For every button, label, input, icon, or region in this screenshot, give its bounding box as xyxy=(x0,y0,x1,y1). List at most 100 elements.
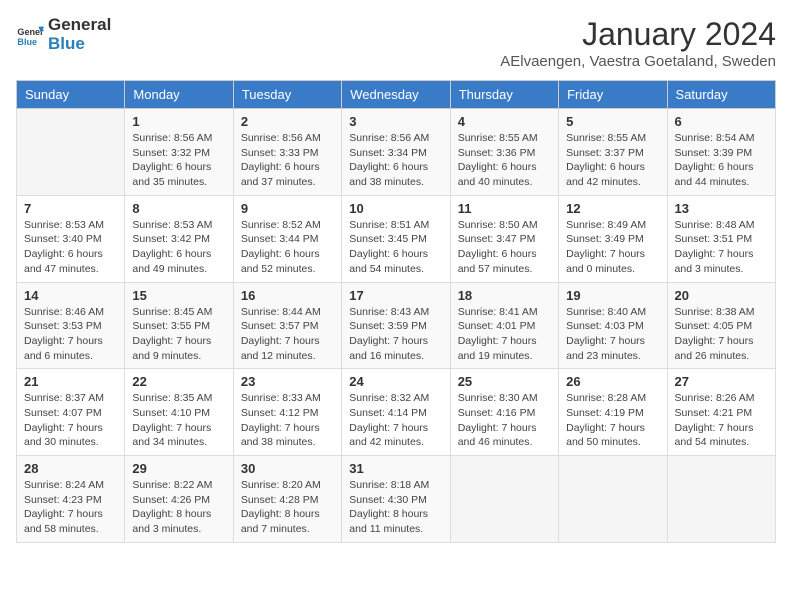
calendar-cell: 13Sunrise: 8:48 AMSunset: 3:51 PMDayligh… xyxy=(667,195,775,282)
day-info: Sunrise: 8:53 AMSunset: 3:42 PMDaylight:… xyxy=(132,218,225,277)
calendar-cell: 1Sunrise: 8:56 AMSunset: 3:32 PMDaylight… xyxy=(125,109,233,196)
day-info: Sunrise: 8:51 AMSunset: 3:45 PMDaylight:… xyxy=(349,218,442,277)
day-info: Sunrise: 8:56 AMSunset: 3:32 PMDaylight:… xyxy=(132,131,225,190)
day-number: 23 xyxy=(241,374,334,389)
day-info: Sunrise: 8:20 AMSunset: 4:28 PMDaylight:… xyxy=(241,478,334,537)
day-of-week-header: Friday xyxy=(559,81,667,109)
calendar-week-row: 1Sunrise: 8:56 AMSunset: 3:32 PMDaylight… xyxy=(17,109,776,196)
calendar-cell: 26 Sunrise: 8:28 AMSunset: 4:19 PMDayligh… xyxy=(559,369,667,456)
calendar-cell: 23Sunrise: 8:33 AMSunset: 4:12 PMDayligh… xyxy=(233,369,341,456)
calendar-cell: 28 Sunrise: 8:24 AMSunset: 4:23 PMDayligh… xyxy=(17,456,125,543)
calendar-cell: 22Sunrise: 8:35 AMSunset: 4:10 PMDayligh… xyxy=(125,369,233,456)
day-number: 2 xyxy=(241,114,334,129)
calendar-cell: 31 Sunrise: 8:18 AMSunset: 4:30 PMDayligh… xyxy=(342,456,450,543)
day-info: Sunrise: 8:44 AMSunset: 3:57 PMDaylight:… xyxy=(241,305,334,364)
day-number: 31 xyxy=(349,461,442,476)
calendar-cell xyxy=(667,456,775,543)
day-number: 28 xyxy=(24,461,117,476)
day-info: Sunrise: 8:52 AMSunset: 3:44 PMDaylight:… xyxy=(241,218,334,277)
calendar-cell: 6 Sunrise: 8:54 AMSunset: 3:39 PMDaylight… xyxy=(667,109,775,196)
day-info: Sunrise: 8:28 AMSunset: 4:19 PMDaylight:… xyxy=(566,391,659,450)
day-number: 27 xyxy=(675,374,768,389)
day-number: 10 xyxy=(349,201,442,216)
day-info: Sunrise: 8:45 AMSunset: 3:55 PMDaylight:… xyxy=(132,305,225,364)
day-number: 22 xyxy=(132,374,225,389)
calendar-cell: 2 Sunrise: 8:56 AMSunset: 3:33 PMDaylight… xyxy=(233,109,341,196)
calendar-cell: 9 Sunrise: 8:52 AMSunset: 3:44 PMDaylight… xyxy=(233,195,341,282)
calendar-cell: 29 Sunrise: 8:22 AMSunset: 4:26 PMDayligh… xyxy=(125,456,233,543)
day-number: 17 xyxy=(349,288,442,303)
calendar-cell: 27Sunrise: 8:26 AMSunset: 4:21 PMDayligh… xyxy=(667,369,775,456)
day-number: 6 xyxy=(675,114,768,129)
day-info: Sunrise: 8:32 AMSunset: 4:14 PMDaylight:… xyxy=(349,391,442,450)
day-number: 15 xyxy=(132,288,225,303)
calendar-cell: 14 Sunrise: 8:46 AMSunset: 3:53 PMDayligh… xyxy=(17,282,125,369)
day-info: Sunrise: 8:41 AMSunset: 4:01 PMDaylight:… xyxy=(458,305,551,364)
calendar-cell: 7Sunrise: 8:53 AMSunset: 3:40 PMDaylight… xyxy=(17,195,125,282)
day-number: 11 xyxy=(458,201,551,216)
svg-text:Blue: Blue xyxy=(17,36,37,46)
day-number: 18 xyxy=(458,288,551,303)
day-number: 21 xyxy=(24,374,117,389)
day-info: Sunrise: 8:30 AMSunset: 4:16 PMDaylight:… xyxy=(458,391,551,450)
logo-blue-text: Blue xyxy=(48,35,111,54)
day-of-week-header: Tuesday xyxy=(233,81,341,109)
logo-general-text: General xyxy=(48,16,111,35)
calendar-cell: 25 Sunrise: 8:30 AMSunset: 4:16 PMDayligh… xyxy=(450,369,558,456)
calendar-week-row: 21 Sunrise: 8:37 AMSunset: 4:07 PMDayligh… xyxy=(17,369,776,456)
day-number: 24 xyxy=(349,374,442,389)
day-of-week-header: Sunday xyxy=(17,81,125,109)
day-info: Sunrise: 8:56 AMSunset: 3:33 PMDaylight:… xyxy=(241,131,334,190)
day-info: Sunrise: 8:55 AMSunset: 3:37 PMDaylight:… xyxy=(566,131,659,190)
day-number: 26 xyxy=(566,374,659,389)
calendar-cell: 12Sunrise: 8:49 AMSunset: 3:49 PMDayligh… xyxy=(559,195,667,282)
day-number: 9 xyxy=(241,201,334,216)
calendar-table: SundayMondayTuesdayWednesdayThursdayFrid… xyxy=(16,80,776,543)
calendar-cell: 10 Sunrise: 8:51 AMSunset: 3:45 PMDayligh… xyxy=(342,195,450,282)
day-of-week-header: Thursday xyxy=(450,81,558,109)
day-number: 29 xyxy=(132,461,225,476)
calendar-cell: 4Sunrise: 8:55 AMSunset: 3:36 PMDaylight… xyxy=(450,109,558,196)
day-info: Sunrise: 8:24 AMSunset: 4:23 PMDaylight:… xyxy=(24,478,117,537)
day-of-week-header: Wednesday xyxy=(342,81,450,109)
day-of-week-header: Monday xyxy=(125,81,233,109)
day-number: 14 xyxy=(24,288,117,303)
calendar-header-row: SundayMondayTuesdayWednesdayThursdayFrid… xyxy=(17,81,776,109)
day-number: 16 xyxy=(241,288,334,303)
day-number: 12 xyxy=(566,201,659,216)
day-number: 5 xyxy=(566,114,659,129)
day-info: Sunrise: 8:37 AMSunset: 4:07 PMDaylight:… xyxy=(24,391,117,450)
day-info: Sunrise: 8:55 AMSunset: 3:36 PMDaylight:… xyxy=(458,131,551,190)
day-info: Sunrise: 8:56 AMSunset: 3:34 PMDaylight:… xyxy=(349,131,442,190)
calendar-cell: 3Sunrise: 8:56 AMSunset: 3:34 PMDaylight… xyxy=(342,109,450,196)
day-info: Sunrise: 8:50 AMSunset: 3:47 PMDaylight:… xyxy=(458,218,551,277)
title-block: January 2024 AElvaengen, Vaestra Goetala… xyxy=(500,16,776,70)
day-number: 13 xyxy=(675,201,768,216)
calendar-cell: 16 Sunrise: 8:44 AMSunset: 3:57 PMDayligh… xyxy=(233,282,341,369)
day-info: Sunrise: 8:18 AMSunset: 4:30 PMDaylight:… xyxy=(349,478,442,537)
day-info: Sunrise: 8:46 AMSunset: 3:53 PMDaylight:… xyxy=(24,305,117,364)
day-of-week-header: Saturday xyxy=(667,81,775,109)
day-info: Sunrise: 8:54 AMSunset: 3:39 PMDaylight:… xyxy=(675,131,768,190)
logo-icon: General Blue xyxy=(16,21,44,49)
day-info: Sunrise: 8:22 AMSunset: 4:26 PMDaylight:… xyxy=(132,478,225,537)
calendar-cell: 8Sunrise: 8:53 AMSunset: 3:42 PMDaylight… xyxy=(125,195,233,282)
calendar-cell: 20Sunrise: 8:38 AMSunset: 4:05 PMDayligh… xyxy=(667,282,775,369)
calendar-week-row: 7Sunrise: 8:53 AMSunset: 3:40 PMDaylight… xyxy=(17,195,776,282)
calendar-cell: 18 Sunrise: 8:41 AMSunset: 4:01 PMDayligh… xyxy=(450,282,558,369)
location-subtitle: AElvaengen, Vaestra Goetaland, Sweden xyxy=(500,53,776,70)
day-info: Sunrise: 8:40 AMSunset: 4:03 PMDaylight:… xyxy=(566,305,659,364)
calendar-cell xyxy=(559,456,667,543)
calendar-cell: 5 Sunrise: 8:55 AMSunset: 3:37 PMDaylight… xyxy=(559,109,667,196)
calendar-cell: 21 Sunrise: 8:37 AMSunset: 4:07 PMDayligh… xyxy=(17,369,125,456)
calendar-week-row: 14 Sunrise: 8:46 AMSunset: 3:53 PMDayligh… xyxy=(17,282,776,369)
day-number: 25 xyxy=(458,374,551,389)
day-info: Sunrise: 8:38 AMSunset: 4:05 PMDaylight:… xyxy=(675,305,768,364)
calendar-cell: 11 Sunrise: 8:50 AMSunset: 3:47 PMDayligh… xyxy=(450,195,558,282)
day-number: 7 xyxy=(24,201,117,216)
calendar-cell xyxy=(450,456,558,543)
day-number: 19 xyxy=(566,288,659,303)
calendar-week-row: 28 Sunrise: 8:24 AMSunset: 4:23 PMDayligh… xyxy=(17,456,776,543)
logo: General Blue General Blue xyxy=(16,16,111,53)
calendar-cell: 24 Sunrise: 8:32 AMSunset: 4:14 PMDayligh… xyxy=(342,369,450,456)
